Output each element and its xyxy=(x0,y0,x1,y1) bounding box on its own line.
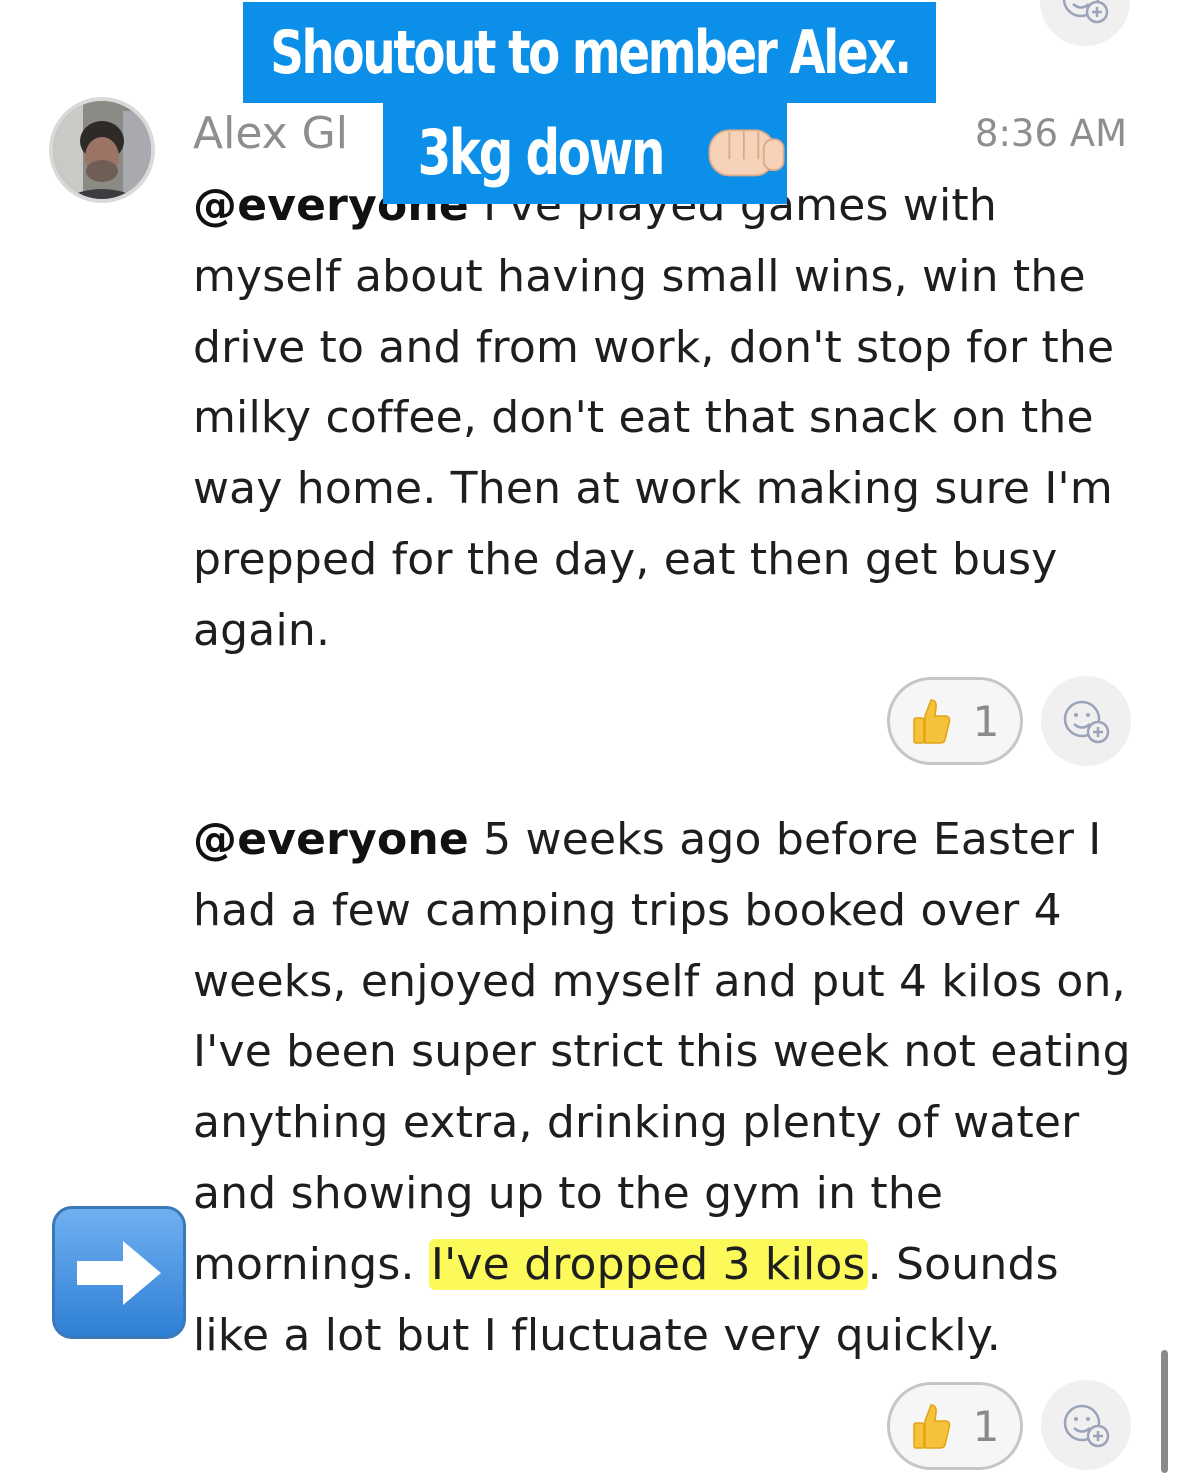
add-reaction-button-top[interactable] xyxy=(1040,0,1130,46)
right-arrow-shape xyxy=(77,1240,161,1305)
message-text: I've played games with myself about havi… xyxy=(193,180,1115,656)
reaction-count: 1 xyxy=(972,1401,1000,1451)
highlighted-text: I've dropped 3 kilos xyxy=(428,1238,868,1290)
message-text: 5 weeks ago before Easter I had a few ca… xyxy=(193,814,1131,1290)
banner-title: Shoutout to member Alex. xyxy=(269,17,912,88)
message-body-2: @everyone 5 weeks ago before Easter I ha… xyxy=(193,805,1133,1371)
add-reaction-icon xyxy=(1062,0,1109,24)
mention-everyone[interactable]: @everyone xyxy=(193,814,469,865)
author-name[interactable]: Alex Gl xyxy=(193,108,348,159)
add-reaction-icon xyxy=(1063,1404,1110,1448)
right-arrow-icon xyxy=(52,1206,186,1339)
thumbs-up-reaction[interactable]: 1 xyxy=(887,677,1023,765)
thumbs-up-icon xyxy=(912,699,950,744)
shoutout-banner-line2: 3kg down xyxy=(383,100,787,204)
scrollbar[interactable] xyxy=(1161,1350,1168,1473)
thumbs-up-icon xyxy=(912,1404,950,1449)
shoutout-banner-line1: Shoutout to member Alex. xyxy=(243,2,936,103)
add-reaction-icon xyxy=(1063,700,1110,744)
reaction-count: 1 xyxy=(972,696,1000,746)
avatar[interactable] xyxy=(49,97,155,203)
add-reaction-button[interactable] xyxy=(1041,1380,1131,1470)
user-photo xyxy=(53,101,151,199)
banner-subtitle: 3kg down xyxy=(417,115,666,189)
message-body-1: @everyone I've played games with myself … xyxy=(193,171,1133,667)
message-timestamp: 8:36 AM xyxy=(974,112,1127,155)
add-reaction-button[interactable] xyxy=(1041,676,1131,766)
fist-bump-icon xyxy=(708,129,785,177)
thumbs-up-reaction[interactable]: 1 xyxy=(887,1382,1023,1470)
